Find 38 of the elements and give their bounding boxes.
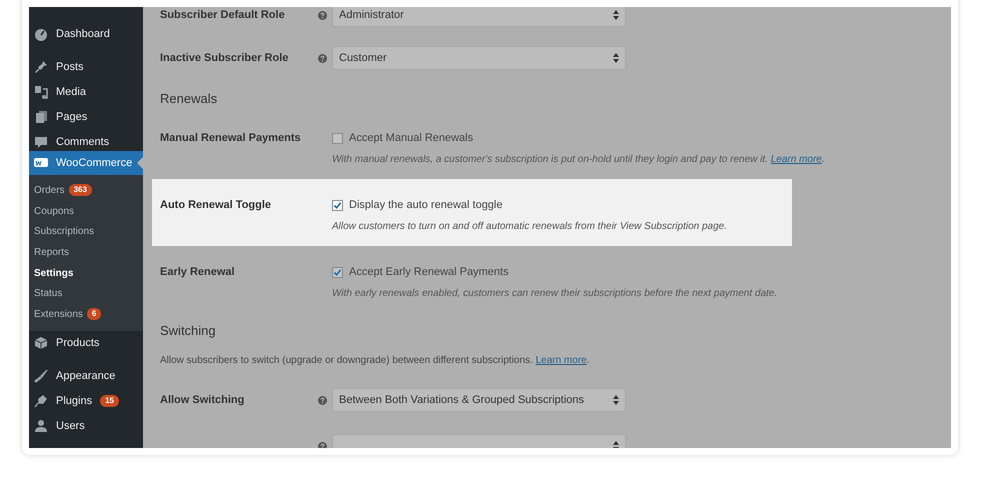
- select-field[interactable]: Customer: [332, 46, 626, 70]
- setting-label: Auto Renewal Toggle: [160, 198, 272, 213]
- submenu-item[interactable]: Orders 363: [29, 180, 143, 201]
- section-heading: Switching: [160, 324, 216, 340]
- submenu-item[interactable]: Extensions 6: [29, 304, 143, 325]
- sidebar-item[interactable]: Products: [29, 330, 143, 356]
- count-badge: 6: [86, 308, 102, 320]
- setting-label: Manual Renewal Payments: [160, 131, 302, 146]
- submenu-item[interactable]: Subscriptions: [29, 221, 143, 242]
- sidebar-item[interactable]: Comments: [29, 129, 143, 154]
- sidebar-item[interactable]: Dashboard: [29, 21, 143, 46]
- sidebar-item[interactable]: Users: [29, 414, 143, 439]
- submenu-item[interactable]: Status: [29, 283, 143, 304]
- setting-label: Subscriber Default Role: [160, 9, 286, 21]
- select-field[interactable]: Administrator: [332, 7, 626, 27]
- section-heading: Renewals: [160, 92, 218, 108]
- sidebar-item[interactable]: Posts: [29, 54, 143, 79]
- setting-label: Early Renewal: [160, 265, 236, 280]
- sidebar-item[interactable]: Appearance: [29, 364, 143, 389]
- submenu-item[interactable]: Reports: [29, 242, 143, 263]
- sidebar-item[interactable]: Plugins 15: [29, 388, 143, 414]
- checkbox-label: Accept Early Renewal Payments: [349, 266, 509, 278]
- setting-description: With manual renewals, a customer's subscription is put on-hold until they login and pay to renew it. Learn more.: [332, 153, 825, 167]
- sidebar-item[interactable]: Pages: [29, 104, 143, 129]
- select-field[interactable]: Between Both Variations & Grouped Subscriptions: [332, 388, 626, 412]
- setting-description: Allow customers to turn on and off automatic renewals from their View Subscription page.: [332, 220, 728, 234]
- setting-description: With early renewals enabled, customers can renew their subscriptions before the next payment date.: [332, 287, 778, 301]
- submenu-item[interactable]: Coupons: [29, 200, 143, 222]
- checkbox-label: Accept Manual Renewals: [349, 132, 474, 144]
- setting-label: Allow Switching: [160, 394, 246, 406]
- submenu-item[interactable]: Settings: [29, 262, 143, 284]
- sidebar-item[interactable]: WooCommerce: [29, 151, 143, 175]
- count-badge: 15: [100, 395, 119, 408]
- setting-label: Inactive Subscriber Role: [160, 52, 290, 64]
- checkbox-label: Display the auto renewal toggle: [349, 199, 502, 211]
- section-description: Allow subscribers to switch (upgrade or downgrade) between different subscriptions. Learn more.: [160, 355, 590, 366]
- count-badge: 363: [68, 184, 92, 196]
- sidebar-item[interactable]: Media: [29, 79, 143, 104]
